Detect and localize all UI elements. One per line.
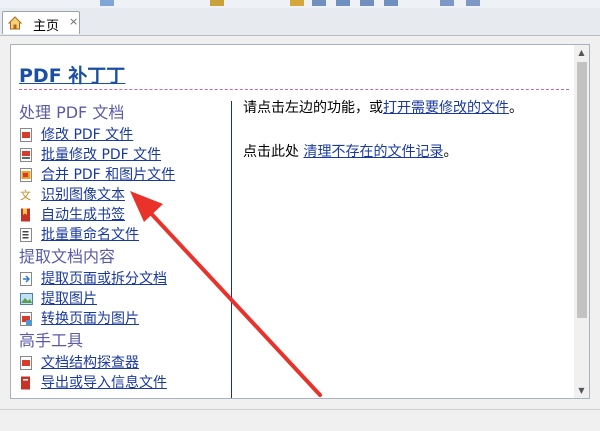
annotation-arrow [130, 191, 322, 397]
